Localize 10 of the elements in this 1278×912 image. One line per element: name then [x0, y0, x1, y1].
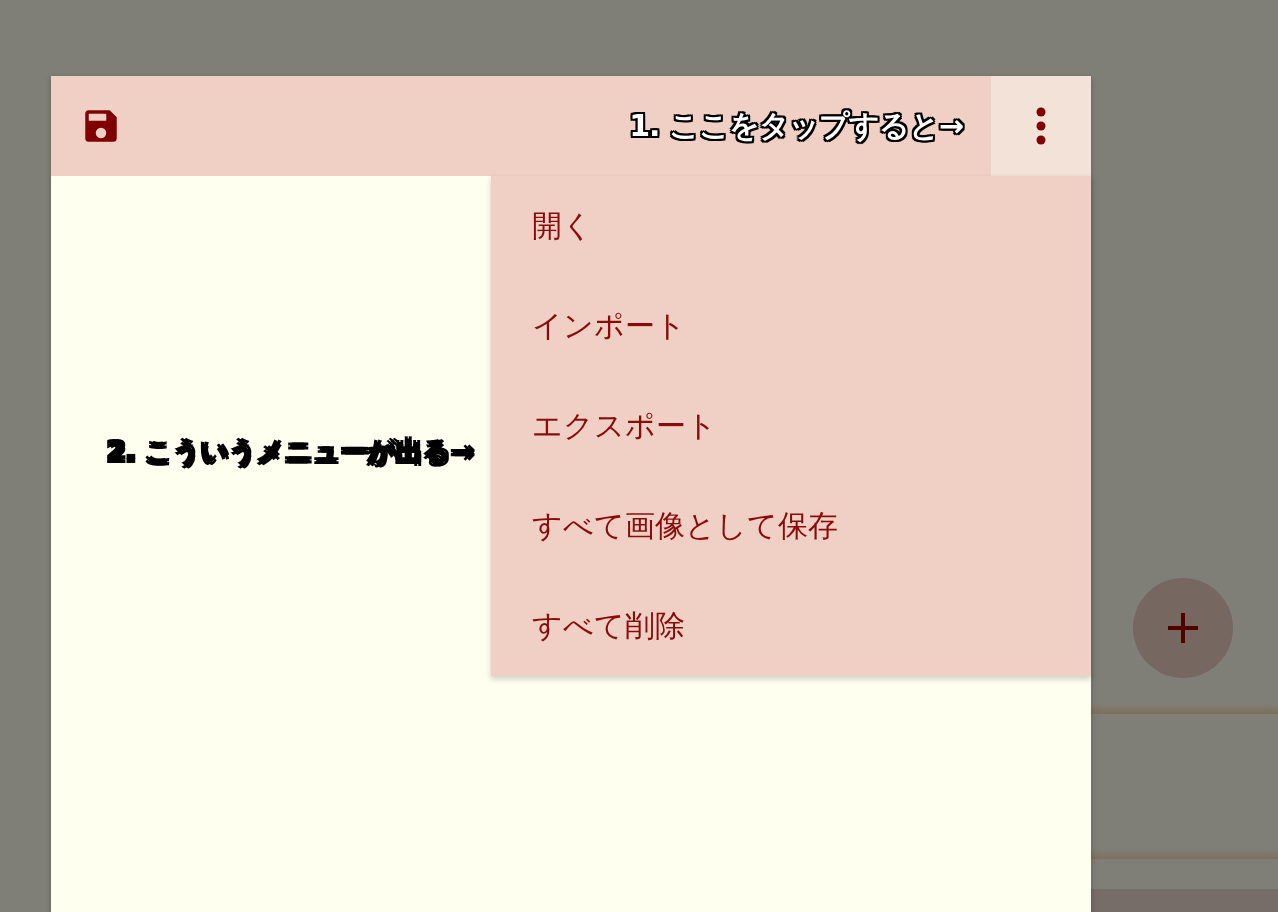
- menu-item[interactable]: インポート: [491, 276, 1091, 376]
- annotation-text: 2. こういうメニューが出る→: [107, 435, 475, 469]
- menu-item[interactable]: エクスポート: [491, 376, 1091, 476]
- plus-icon: [1167, 612, 1199, 644]
- menu-item[interactable]: 開く: [491, 176, 1091, 276]
- menu-item[interactable]: すべて画像として保存: [491, 476, 1091, 576]
- more-options-button[interactable]: [991, 76, 1091, 176]
- more-icon: [1035, 107, 1047, 145]
- annotation-text: 1. ここをタップすると→: [629, 106, 963, 145]
- menu-item[interactable]: すべて削除: [491, 576, 1091, 676]
